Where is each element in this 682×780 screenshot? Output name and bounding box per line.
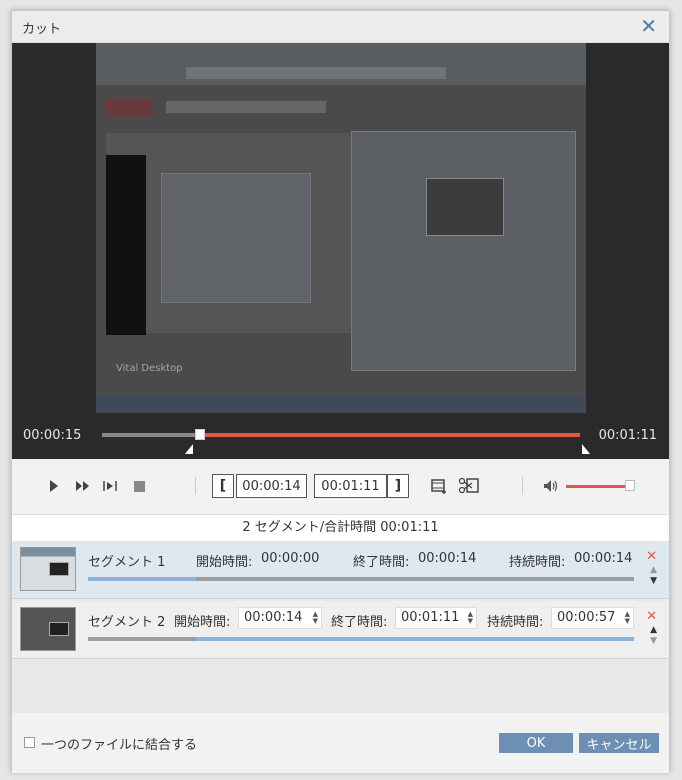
frame-step-icon[interactable] (101, 476, 119, 496)
seek-bar[interactable] (102, 429, 580, 440)
start-label: 開始時間: (196, 555, 253, 570)
fast-forward-icon[interactable] (74, 476, 92, 496)
move-down-icon[interactable]: ▼ (650, 636, 657, 646)
volume-handle[interactable] (625, 480, 635, 491)
start-time-stepper[interactable]: 00:00:14 ▲ ▼ (238, 607, 322, 629)
video-dialog (351, 131, 576, 371)
add-segment-icon[interactable] (429, 476, 449, 496)
start-marker[interactable] (185, 444, 193, 454)
stepper-arrows-icon[interactable]: ▲ ▼ (313, 611, 318, 625)
volume-icon[interactable] (542, 476, 560, 496)
video-window (161, 173, 311, 303)
move-up-icon[interactable]: ▲ (650, 565, 657, 575)
separator (195, 477, 196, 495)
duration-value: 00:00:14 (574, 551, 633, 566)
video-taskbar (96, 396, 586, 413)
segment-range-bar (88, 637, 634, 641)
video-thumb (426, 178, 504, 236)
move-up-icon[interactable]: ▲ (650, 625, 657, 635)
stepper-arrows-icon[interactable]: ▲ ▼ (625, 611, 630, 625)
video-preview: Vital Desktop 00:00:15 00:01:11 (12, 43, 669, 459)
video-address-bar (186, 67, 446, 79)
delete-icon[interactable]: ✕ (646, 549, 657, 564)
duration-value: 00:00:57 (557, 610, 616, 625)
video-footer-text: Vital Desktop (116, 363, 183, 374)
segment-thumbnail-inner (49, 622, 69, 636)
duration-stepper[interactable]: 00:00:57 ▲ ▼ (551, 607, 634, 629)
segment-range-fill (88, 577, 196, 581)
video-black-panel (106, 155, 146, 335)
start-value: 00:00:14 (244, 610, 303, 625)
segment-list: セグメント 1 開始時間: 00:00:00 終了時間: 00:00:14 持続… (12, 541, 669, 713)
seek-handle[interactable] (195, 429, 205, 440)
end-label: 終了時間: (353, 555, 410, 570)
start-label: 開始時間: (174, 615, 231, 630)
segment-row[interactable]: セグメント 1 開始時間: 00:00:00 終了時間: 00:00:14 持続… (12, 541, 669, 599)
end-time-field[interactable]: 00:01:11 (314, 474, 387, 498)
end-marker[interactable] (582, 444, 590, 454)
delete-icon[interactable]: ✕ (646, 609, 657, 624)
current-time: 00:00:15 (23, 428, 82, 443)
video-logo (106, 99, 152, 117)
video-frame: Vital Desktop (96, 43, 586, 413)
dialog-footer: 一つのファイルに結合する OK キャンセル (12, 713, 669, 773)
segment-summary: 2 セグメント/合計時間 00:01:11 (12, 515, 669, 541)
total-time: 00:01:11 (598, 428, 657, 443)
segment-name: セグメント 1 (88, 555, 166, 570)
merge-checkbox[interactable] (24, 737, 35, 748)
segment-range-bar (88, 577, 634, 581)
end-value: 00:01:11 (401, 610, 460, 625)
duration-label: 持続時間: (487, 615, 544, 630)
segment-thumbnail-inner (49, 562, 69, 576)
start-time-field[interactable]: 00:00:14 (236, 474, 307, 498)
end-label: 終了時間: (331, 615, 388, 630)
stepper-arrows-icon[interactable]: ▲ ▼ (468, 611, 473, 625)
duration-label: 持続時間: (509, 555, 566, 570)
seek-bar-fill (200, 433, 580, 437)
set-end-button[interactable]: ] (387, 474, 409, 498)
merge-label[interactable]: 一つのファイルに結合する (41, 734, 197, 753)
volume-slider[interactable] (566, 485, 630, 488)
ok-button[interactable]: OK (499, 733, 573, 753)
segment-range-fill (196, 637, 634, 641)
title-bar: カット ✕ (12, 11, 669, 43)
move-down-icon[interactable]: ▼ (650, 576, 657, 586)
segment-thumbnail (20, 547, 76, 591)
end-time-stepper[interactable]: 00:01:11 ▲ ▼ (395, 607, 477, 629)
start-value: 00:00:00 (261, 551, 320, 566)
play-icon[interactable] (46, 476, 62, 496)
set-start-button[interactable]: [ (212, 474, 234, 498)
segment-row[interactable]: セグメント 2 開始時間: 00:00:14 ▲ ▼ 終了時間: 00:01:11… (12, 601, 669, 659)
cut-dialog: カット ✕ Vital Desktop 00:00:15 00:01:11 [… (11, 10, 670, 773)
close-icon[interactable]: ✕ (640, 15, 657, 37)
end-value: 00:00:14 (418, 551, 477, 566)
window-title: カット (22, 22, 62, 37)
separator (522, 477, 523, 495)
control-bar: [ 00:00:14 00:01:11 ] (12, 459, 669, 515)
split-icon[interactable] (457, 476, 481, 496)
video-search (166, 101, 326, 113)
stop-icon[interactable] (132, 476, 146, 496)
cancel-button[interactable]: キャンセル (579, 733, 659, 753)
segment-name: セグメント 2 (88, 615, 166, 630)
segment-thumbnail (20, 607, 76, 651)
